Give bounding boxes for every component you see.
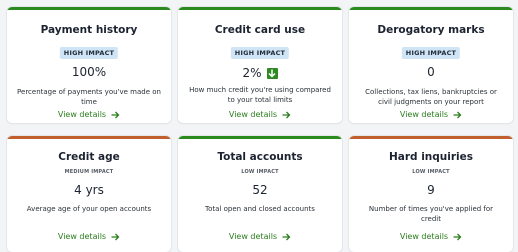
arrow-right-icon bbox=[282, 233, 291, 240]
view-details-label: View details bbox=[57, 110, 107, 119]
credit-card-use-card: Credit card use HIGH IMPACT 2% How much … bbox=[178, 7, 342, 123]
view-details-link[interactable]: View details bbox=[7, 110, 171, 119]
view-details-link[interactable]: View details bbox=[178, 110, 342, 119]
view-details-label: View details bbox=[228, 110, 278, 119]
card-title: Hard inquiries bbox=[388, 151, 474, 163]
impact-label: LOW IMPACT bbox=[412, 169, 450, 175]
arrow-right-icon bbox=[453, 233, 462, 240]
view-details-label: View details bbox=[399, 110, 449, 119]
arrow-right-icon bbox=[111, 233, 120, 240]
impact-stripe bbox=[7, 7, 171, 10]
factor-description: Total open and closed accounts bbox=[205, 205, 315, 213]
arrow-right-icon bbox=[282, 111, 291, 118]
factor-description: Percentage of payments you've made on ti… bbox=[17, 88, 161, 106]
view-details-link[interactable]: View details bbox=[7, 232, 171, 241]
factor-value-row: 2% bbox=[178, 66, 342, 80]
view-details-link[interactable]: View details bbox=[178, 232, 342, 241]
card-title: Payment history bbox=[40, 24, 138, 36]
payment-history-card: Payment history HIGH IMPACT 100% Percent… bbox=[7, 7, 171, 123]
factor-value: 52 bbox=[252, 183, 268, 197]
arrow-down-icon bbox=[266, 67, 278, 79]
factor-value: 2% bbox=[242, 66, 262, 80]
factor-description: Collections, tax liens, bankruptcies or … bbox=[365, 88, 497, 106]
arrow-right-icon bbox=[453, 111, 462, 118]
impact-stripe bbox=[178, 7, 342, 10]
view-details-link[interactable]: View details bbox=[349, 110, 513, 119]
factor-value: 0 bbox=[427, 65, 435, 79]
factor-description: Average age of your open accounts bbox=[26, 205, 152, 213]
derogatory-marks-card: Derogatory marks HIGH IMPACT 0 Collectio… bbox=[349, 7, 513, 123]
card-title: Credit age bbox=[58, 151, 120, 163]
factor-description: How much credit you're using compared to… bbox=[189, 86, 331, 104]
view-details-link[interactable]: View details bbox=[349, 232, 513, 241]
factor-value: 4 yrs bbox=[74, 183, 104, 197]
impact-badge: HIGH IMPACT bbox=[59, 47, 119, 59]
factor-description: Number of times you've applied for credi… bbox=[368, 205, 494, 223]
view-details-label: View details bbox=[57, 232, 107, 241]
factor-value: 9 bbox=[427, 183, 435, 197]
view-details-label: View details bbox=[399, 232, 449, 241]
view-details-label: View details bbox=[228, 232, 278, 241]
total-accounts-card: Total accounts LOW IMPACT 52 Total open … bbox=[178, 136, 342, 252]
hard-inquiries-card: Hard inquiries LOW IMPACT 9 Number of ti… bbox=[349, 136, 513, 252]
impact-label: LOW IMPACT bbox=[241, 169, 279, 175]
card-title: Total accounts bbox=[217, 151, 303, 163]
impact-badge: HIGH IMPACT bbox=[230, 47, 290, 59]
factor-value: 100% bbox=[71, 65, 107, 79]
impact-badge: HIGH IMPACT bbox=[401, 47, 461, 59]
arrow-right-icon bbox=[111, 111, 120, 118]
impact-stripe bbox=[349, 7, 513, 10]
impact-stripe bbox=[7, 136, 171, 139]
card-title: Derogatory marks bbox=[377, 24, 485, 36]
impact-stripe bbox=[349, 136, 513, 139]
impact-stripe bbox=[178, 136, 342, 139]
card-title: Credit card use bbox=[214, 24, 306, 36]
impact-label: MEDIUM IMPACT bbox=[64, 169, 114, 175]
credit-age-card: Credit age MEDIUM IMPACT 4 yrs Average a… bbox=[7, 136, 171, 252]
